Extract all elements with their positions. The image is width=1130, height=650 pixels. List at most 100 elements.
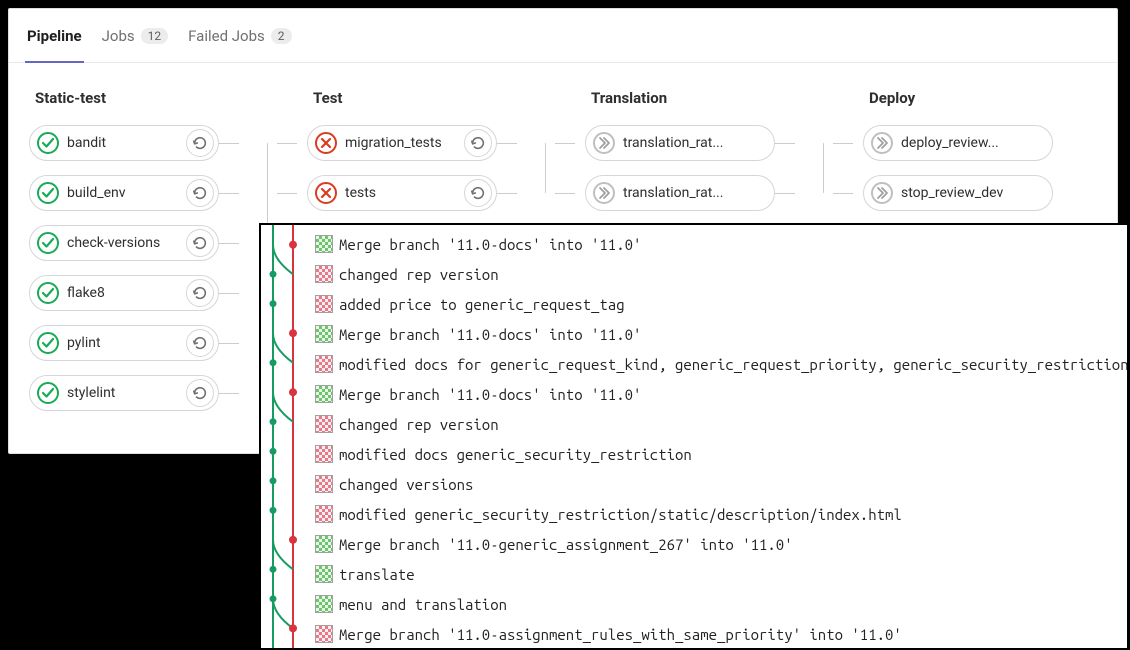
- retry-button[interactable]: [186, 329, 214, 357]
- job-pill[interactable]: tests: [307, 175, 497, 211]
- commit-row[interactable]: modified generic_security_restriction/st…: [315, 499, 1127, 529]
- commit-row[interactable]: modified docs generic_security_restricti…: [315, 439, 1127, 469]
- avatar: [315, 595, 333, 613]
- job-pill[interactable]: migration_tests: [307, 125, 497, 161]
- retry-button[interactable]: [464, 179, 492, 207]
- job-pill[interactable]: stop_review_dev: [863, 175, 1053, 211]
- skipped-status-icon: [871, 182, 893, 204]
- job-pill[interactable]: stylelint: [29, 375, 219, 411]
- commit-row[interactable]: Merge branch '11.0-docs' into '11.0': [315, 229, 1127, 259]
- commit-message: modified docs for generic_request_kind, …: [339, 356, 1129, 373]
- tab-jobs-count: 12: [141, 28, 169, 44]
- avatar: [315, 415, 333, 433]
- retry-button[interactable]: [186, 379, 214, 407]
- commit-history-panel: Merge branch '11.0-docs' into '11.0' chan…: [259, 223, 1129, 650]
- commit-message: modified generic_security_restriction/st…: [339, 506, 902, 523]
- commit-row[interactable]: translate: [315, 559, 1127, 589]
- job-pill[interactable]: check-versions: [29, 225, 219, 261]
- job-name: pylint: [67, 335, 186, 351]
- job-pill[interactable]: deploy_review...: [863, 125, 1053, 161]
- success-status-icon: [37, 232, 59, 254]
- commit-row[interactable]: changed rep version: [315, 259, 1127, 289]
- success-status-icon: [37, 282, 59, 304]
- stage-column: Static-test bandit build_env check-versions…: [19, 83, 297, 425]
- success-status-icon: [37, 332, 59, 354]
- commit-row[interactable]: added price to generic_request_tag: [315, 289, 1127, 319]
- job-pill[interactable]: translation_rat...: [585, 125, 775, 161]
- commit-message: changed versions: [339, 476, 473, 493]
- stage-title: Deploy: [869, 89, 1077, 107]
- commit-message: changed rep version: [339, 416, 499, 433]
- stage-title: Test: [313, 89, 559, 107]
- avatar: [315, 295, 333, 313]
- failed-status-icon: [315, 132, 337, 154]
- skipped-status-icon: [593, 132, 615, 154]
- job-name: tests: [345, 185, 464, 201]
- avatar: [315, 505, 333, 523]
- job-name: check-versions: [67, 235, 186, 251]
- commit-message: changed rep version: [339, 266, 499, 283]
- tab-jobs[interactable]: Jobs 12: [102, 9, 169, 62]
- commit-message: added price to generic_request_tag: [339, 296, 625, 313]
- commit-row[interactable]: modified docs for generic_request_kind, …: [315, 349, 1127, 379]
- job-name: stylelint: [67, 385, 186, 401]
- retry-button[interactable]: [464, 129, 492, 157]
- tab-failed-jobs[interactable]: Failed Jobs 2: [188, 9, 291, 62]
- commit-message: Merge branch '11.0-docs' into '11.0': [339, 386, 641, 403]
- commit-row[interactable]: Merge branch '11.0-docs' into '11.0': [315, 379, 1127, 409]
- job-name: flake8: [67, 285, 186, 301]
- success-status-icon: [37, 132, 59, 154]
- success-status-icon: [37, 382, 59, 404]
- skipped-status-icon: [871, 132, 893, 154]
- avatar: [315, 535, 333, 553]
- job-pill[interactable]: translation_rat...: [585, 175, 775, 211]
- commit-row[interactable]: Merge branch '11.0-assignment_rules_with…: [315, 619, 1127, 649]
- commit-row[interactable]: menu and translation: [315, 589, 1127, 619]
- stage-title: Translation: [591, 89, 837, 107]
- commit-graph: [261, 225, 315, 648]
- retry-button[interactable]: [186, 229, 214, 257]
- avatar: [315, 235, 333, 253]
- job-name: bandit: [67, 135, 186, 151]
- tab-pipeline[interactable]: Pipeline: [27, 9, 82, 62]
- avatar: [315, 625, 333, 643]
- tab-bar: Pipeline Jobs 12 Failed Jobs 2: [9, 9, 1117, 63]
- commit-message: Merge branch '11.0-docs' into '11.0': [339, 236, 641, 253]
- avatar: [315, 445, 333, 463]
- commit-list: Merge branch '11.0-docs' into '11.0' chan…: [261, 225, 1127, 649]
- commit-message: translate: [339, 566, 415, 583]
- job-name: migration_tests: [345, 135, 464, 151]
- job-pill[interactable]: build_env: [29, 175, 219, 211]
- failed-status-icon: [315, 182, 337, 204]
- tab-failed-count: 2: [271, 28, 292, 44]
- commit-row[interactable]: changed versions: [315, 469, 1127, 499]
- job-pill[interactable]: flake8: [29, 275, 219, 311]
- commit-message: Merge branch '11.0-docs' into '11.0': [339, 326, 641, 343]
- retry-button[interactable]: [186, 179, 214, 207]
- avatar: [315, 265, 333, 283]
- commit-row[interactable]: changed rep version: [315, 409, 1127, 439]
- avatar: [315, 475, 333, 493]
- job-pill[interactable]: pylint: [29, 325, 219, 361]
- commit-message: modified docs generic_security_restricti…: [339, 446, 692, 463]
- commit-row[interactable]: Merge branch '11.0-generic_assignment_26…: [315, 529, 1127, 559]
- job-name: stop_review_dev: [901, 185, 1052, 201]
- commit-message: menu and translation: [339, 596, 507, 613]
- retry-button[interactable]: [186, 279, 214, 307]
- avatar: [315, 565, 333, 583]
- avatar: [315, 325, 333, 343]
- tab-failed-label: Failed Jobs: [188, 27, 265, 45]
- retry-button[interactable]: [186, 129, 214, 157]
- commit-message: Merge branch '11.0-generic_assignment_26…: [339, 536, 793, 553]
- job-name: deploy_review...: [901, 135, 1052, 151]
- job-pill[interactable]: bandit: [29, 125, 219, 161]
- job-name: build_env: [67, 185, 186, 201]
- avatar: [315, 385, 333, 403]
- commit-row[interactable]: Merge branch '11.0-docs' into '11.0': [315, 319, 1127, 349]
- job-name: translation_rat...: [623, 135, 774, 151]
- job-name: translation_rat...: [623, 185, 774, 201]
- tab-jobs-label: Jobs: [102, 27, 135, 45]
- stage-title: Static-test: [35, 89, 281, 107]
- tab-pipeline-label: Pipeline: [27, 27, 82, 45]
- success-status-icon: [37, 182, 59, 204]
